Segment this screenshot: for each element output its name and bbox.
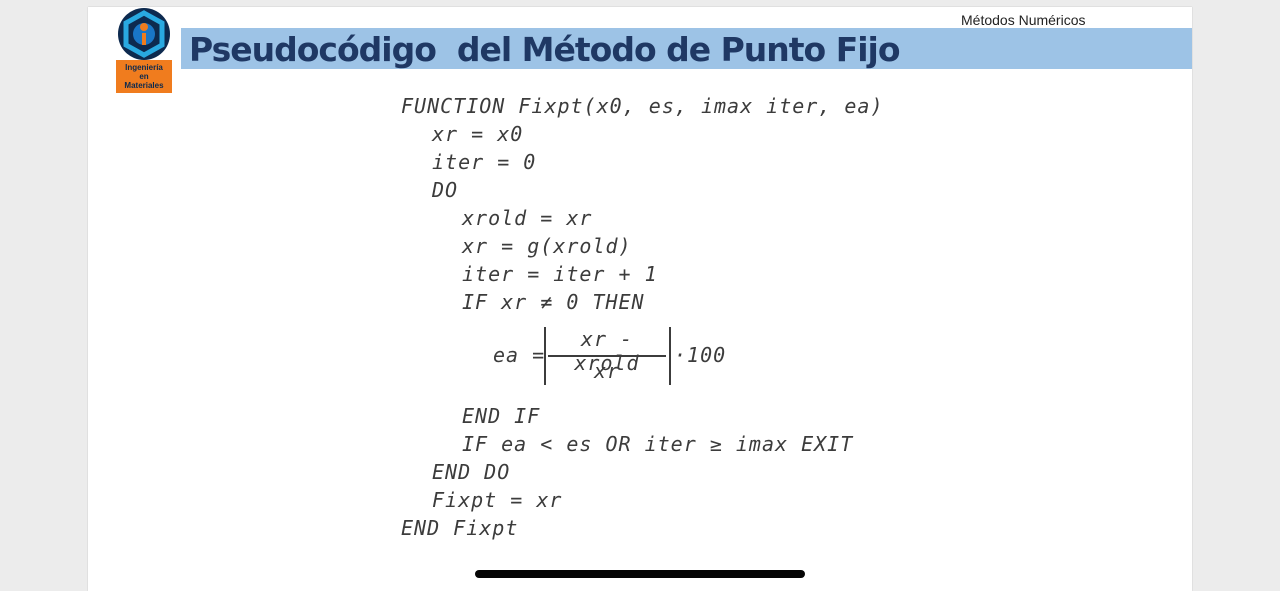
code-line: xrold = xr (462, 206, 593, 230)
code-line: IF xr ≠ 0 THEN (462, 290, 645, 314)
code-line: END DO (432, 460, 511, 484)
abs-bar-left (544, 327, 546, 385)
formula-lhs: ea = (493, 343, 546, 367)
code-line: xr = x0 (432, 122, 524, 146)
formula-denominator: xr (593, 359, 621, 383)
slide-title: Pseudocódigo del Método de Punto Fijo (189, 30, 901, 69)
error-formula: ea = xr - xrold xr ·100 (493, 327, 753, 389)
code-line: xr = g(xrold) (462, 234, 632, 258)
home-indicator[interactable] (475, 570, 805, 578)
code-line: iter = iter + 1 (462, 262, 658, 286)
logo-text-line3: Materiales (124, 81, 164, 90)
logo-text-line1: Ingeniería (125, 63, 163, 72)
logo-text-line2: en (139, 72, 149, 81)
formula-multiplier: ·100 (674, 343, 727, 367)
logo-label: Ingeniería en Materiales (116, 60, 172, 93)
course-name: Métodos Numéricos (961, 12, 1086, 28)
code-line: END Fixpt (401, 516, 519, 540)
university-logo: Ingeniería en Materiales (116, 7, 172, 95)
code-line: FUNCTION Fixpt(x0, es, imax iter, ea) (401, 94, 884, 118)
code-line: iter = 0 (432, 150, 537, 174)
logo-emblem-icon (118, 8, 170, 60)
code-line: END IF (462, 404, 541, 428)
code-line: Fixpt = xr (432, 488, 563, 512)
fraction-line (548, 355, 666, 357)
code-line: IF ea < es OR iter ≥ imax EXIT (462, 432, 854, 456)
abs-bar-right (669, 327, 671, 385)
slide: Ingeniería en Materiales Métodos Numéric… (88, 7, 1192, 591)
code-line: DO (432, 178, 459, 202)
